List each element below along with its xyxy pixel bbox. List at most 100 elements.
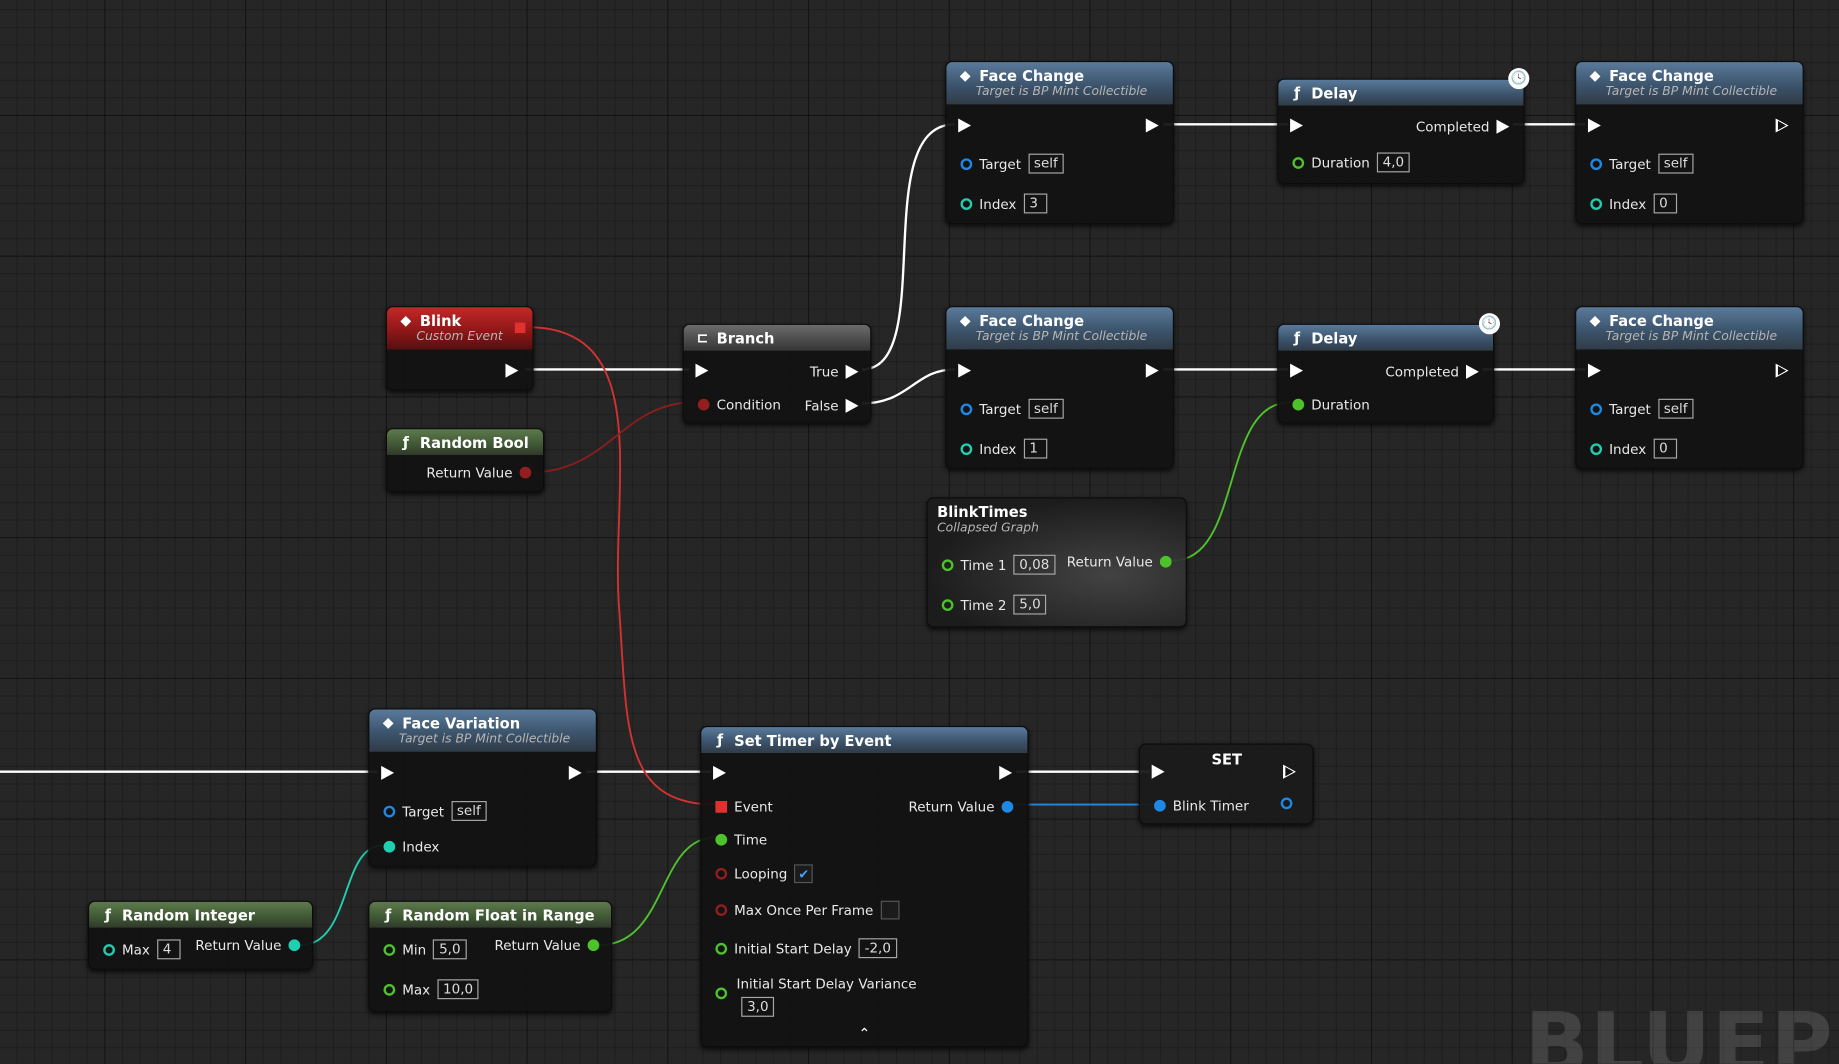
return-value-pin[interactable]: Return Value xyxy=(908,799,1014,815)
exec-in-pin[interactable] xyxy=(1290,118,1303,133)
exec-wire-true-fc1[interactable] xyxy=(862,123,955,371)
exec-in-pin[interactable] xyxy=(713,765,726,780)
float-wire-randomfloat-time[interactable] xyxy=(598,836,716,947)
exec-in-pin[interactable] xyxy=(1587,118,1601,133)
random-float-in-range-node[interactable]: ƒ Random Float in Range Min 5,0 Return Val… xyxy=(368,900,613,1013)
initial-start-delay-variance-pin[interactable] xyxy=(715,987,728,1000)
face-change-node-3[interactable]: ◆ Face Change Target is BP Mint Collectibl… xyxy=(1575,60,1804,225)
set-variable-node[interactable]: SET Blink Timer xyxy=(1138,743,1314,825)
true-exec-pin[interactable]: True xyxy=(810,364,859,380)
blink-timer-pin[interactable]: Blink Timer xyxy=(1154,798,1249,814)
event-pin[interactable]: Event xyxy=(715,799,773,815)
index-value[interactable]: 0 xyxy=(1653,193,1677,214)
diamond-icon: ◆ xyxy=(400,311,412,329)
delay-node-2[interactable]: ƒ Delay 🕓 Completed Duration xyxy=(1277,313,1501,424)
exec-out-pin[interactable] xyxy=(1283,764,1296,779)
exec-in-pin[interactable] xyxy=(958,118,972,133)
max-once-per-frame-pin[interactable]: Max Once Per Frame xyxy=(715,900,900,920)
initial-start-delay-value[interactable]: -2,0 xyxy=(858,938,897,959)
min-pin[interactable]: Min 5,0 xyxy=(383,939,467,960)
collapse-advanced-icon[interactable]: ⌃ xyxy=(858,1025,870,1041)
return-value-pin[interactable]: Return Value xyxy=(494,937,600,953)
duration-pin[interactable]: Duration 4,0 xyxy=(1292,152,1410,173)
target-value[interactable]: self xyxy=(1657,153,1694,174)
max-value[interactable]: 10,0 xyxy=(437,979,479,1000)
blink-times-collapsed-node[interactable]: BlinkTimes Collapsed Graph Time 1 0,08 Ret… xyxy=(926,497,1187,628)
blink-event-node[interactable]: ◆ Blink Custom Event xyxy=(385,306,534,391)
return-value-pin[interactable]: Return Value xyxy=(1067,554,1172,570)
exec-in-pin[interactable] xyxy=(1587,363,1601,378)
time-pin[interactable]: Time xyxy=(715,832,767,848)
face-change-node-1[interactable]: ◆ Face Change Target is BP Mint Collectibl… xyxy=(945,60,1174,225)
index-pin[interactable]: Index 3 xyxy=(960,193,1047,214)
exec-out-pin[interactable] xyxy=(1775,118,1789,133)
branch-icon: ⊏ xyxy=(696,329,709,346)
target-value[interactable]: self xyxy=(451,801,487,821)
max-pin[interactable]: Max 4 xyxy=(103,939,181,960)
index-pin[interactable]: Index 1 xyxy=(960,438,1047,459)
target-value[interactable]: self xyxy=(1657,398,1694,419)
time1-pin[interactable]: Time 1 0,08 xyxy=(941,554,1056,575)
target-pin[interactable]: Target self xyxy=(1590,153,1694,174)
exec-in-pin[interactable] xyxy=(958,363,972,378)
max-value[interactable]: 4 xyxy=(156,939,181,960)
delay-node-1[interactable]: ƒ Delay 🕓 Completed Duration 4,0 xyxy=(1277,68,1530,185)
exec-out-pin[interactable] xyxy=(1775,363,1789,378)
target-pin[interactable]: Target self xyxy=(960,153,1064,174)
looping-checkbox[interactable]: ✔ xyxy=(794,864,814,884)
delegate-out-pin[interactable] xyxy=(514,322,526,334)
float-wire-blinktimes-duration[interactable] xyxy=(1172,401,1291,562)
face-change-node-4[interactable]: ◆ Face Change Target is BP Mint Collectibl… xyxy=(1575,306,1804,470)
set-timer-by-event-node[interactable]: ƒ Set Timer by Event Event Return Value T… xyxy=(700,725,1029,1048)
index-pin[interactable]: Index 0 xyxy=(1590,193,1677,214)
target-value[interactable]: self xyxy=(1028,153,1064,174)
index-value[interactable]: 3 xyxy=(1023,193,1047,214)
looping-pin[interactable]: Looping ✔ xyxy=(715,864,814,884)
face-variation-node[interactable]: ◆ Face Variation Target is BP Mint Collect… xyxy=(368,708,597,867)
exec-in-pin[interactable] xyxy=(1290,363,1303,378)
return-value-pin[interactable]: Return Value xyxy=(195,937,301,953)
index-value[interactable]: 0 xyxy=(1653,438,1677,459)
index-pin[interactable]: Index xyxy=(383,839,439,855)
exec-in-pin[interactable] xyxy=(381,765,395,780)
exec-in-pin[interactable] xyxy=(1151,764,1165,779)
exec-in-pin[interactable] xyxy=(695,363,709,378)
random-bool-node[interactable]: ƒ Random Bool Return Value xyxy=(385,428,545,493)
blueprint-graph-canvas[interactable]: BLUEPRIN ◆Face ChangeTarget is BP Mint C… xyxy=(0,0,1839,1064)
index-value[interactable]: 1 xyxy=(1023,438,1047,459)
condition-pin[interactable]: Condition xyxy=(697,396,781,413)
exec-out-pin[interactable] xyxy=(568,765,582,780)
exec-out-pin[interactable] xyxy=(1145,363,1159,378)
completed-pin[interactable]: Completed xyxy=(1385,364,1479,380)
face-change-node-2[interactable]: ◆ Face Change Target is BP Mint Collectibl… xyxy=(945,306,1174,470)
time1-value[interactable]: 0,08 xyxy=(1013,554,1056,575)
diamond-icon: ◆ xyxy=(959,66,971,84)
exec-wire-false-fc2[interactable] xyxy=(862,368,955,405)
function-icon: ƒ xyxy=(1294,329,1301,346)
initial-start-delay-pin[interactable]: Initial Start Delay -2,0 xyxy=(715,938,897,959)
duration-value[interactable]: 4,0 xyxy=(1376,152,1410,173)
completed-pin[interactable]: Completed xyxy=(1416,118,1510,135)
initial-start-delay-variance-value[interactable]: 3,0 xyxy=(741,996,775,1017)
time2-value[interactable]: 5,0 xyxy=(1013,594,1047,615)
max-pin[interactable]: Max 10,0 xyxy=(383,979,479,1000)
time2-pin[interactable]: Time 2 5,0 xyxy=(941,594,1047,615)
max-once-per-frame-checkbox[interactable] xyxy=(880,900,900,920)
branch-node[interactable]: ⊏ Branch True Condition False xyxy=(682,323,872,424)
target-value[interactable]: self xyxy=(1028,398,1064,419)
exec-out-pin[interactable] xyxy=(505,363,519,378)
min-value[interactable]: 5,0 xyxy=(433,939,467,960)
bool-wire-randombool-condition[interactable] xyxy=(527,401,695,474)
exec-out-pin[interactable] xyxy=(999,765,1013,780)
blink-timer-out-pin[interactable] xyxy=(1280,797,1293,810)
return-value-pin[interactable]: Return Value xyxy=(426,464,532,481)
random-integer-node[interactable]: ƒ Random Integer Max 4 Return Value xyxy=(87,900,314,970)
index-pin[interactable]: Index 0 xyxy=(1590,438,1677,459)
false-exec-pin[interactable]: False xyxy=(805,398,859,414)
target-pin[interactable]: Target self xyxy=(1590,398,1694,419)
function-icon: ƒ xyxy=(104,906,111,923)
target-pin[interactable]: Target self xyxy=(960,398,1064,419)
exec-out-pin[interactable] xyxy=(1145,118,1159,133)
target-pin[interactable]: Target self xyxy=(383,801,487,821)
duration-pin[interactable]: Duration xyxy=(1292,396,1370,413)
